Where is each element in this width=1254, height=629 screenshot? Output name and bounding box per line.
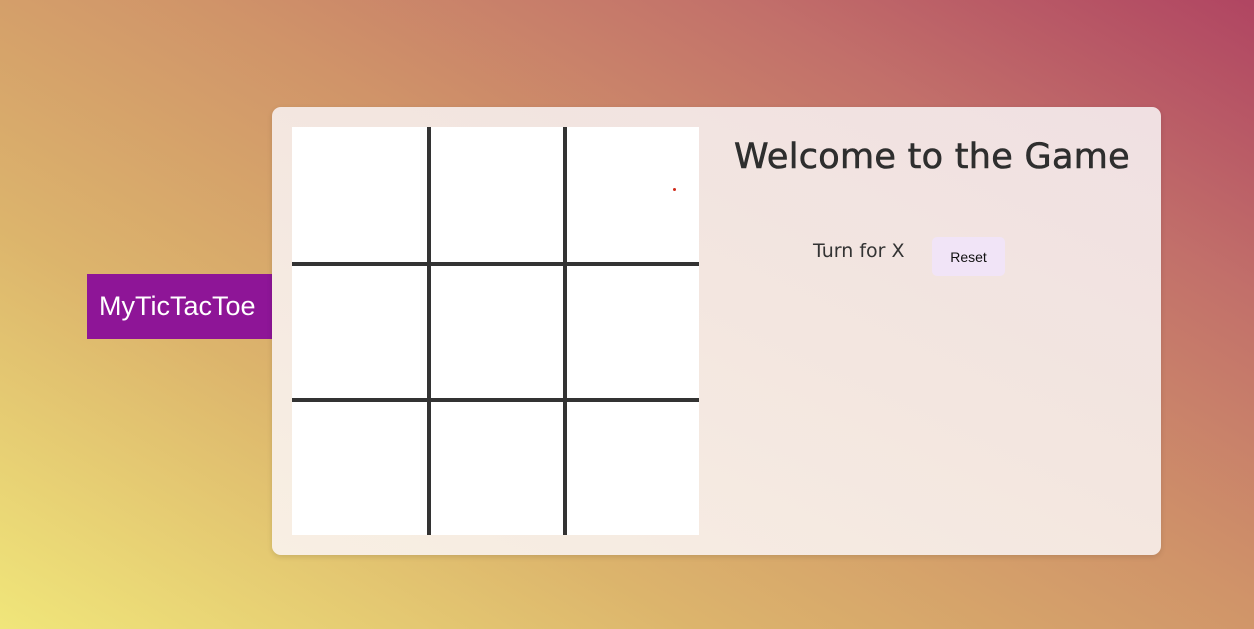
cursor-dot bbox=[673, 188, 676, 191]
board-cell-4[interactable] bbox=[292, 267, 428, 399]
game-board bbox=[292, 127, 699, 535]
grid-line-vertical-2 bbox=[563, 127, 567, 535]
board-cell-8[interactable] bbox=[432, 403, 564, 535]
page-title: Welcome to the Game bbox=[734, 137, 1130, 178]
board-cell-3[interactable] bbox=[568, 127, 699, 263]
board-cell-6[interactable] bbox=[568, 267, 699, 399]
app-logo-label: MyTicTacToe bbox=[87, 274, 272, 339]
board-cell-7[interactable] bbox=[292, 403, 428, 535]
game-card: Welcome to the Game Turn for X Reset bbox=[272, 107, 1161, 555]
turn-indicator: Turn for X bbox=[813, 240, 905, 262]
reset-button[interactable]: Reset bbox=[932, 237, 1005, 276]
board-cell-5[interactable] bbox=[432, 267, 564, 399]
grid-line-vertical-1 bbox=[427, 127, 431, 535]
board-cell-2[interactable] bbox=[432, 127, 564, 263]
grid-line-horizontal-1 bbox=[292, 262, 699, 266]
board-cell-1[interactable] bbox=[292, 127, 428, 263]
grid-line-horizontal-2 bbox=[292, 398, 699, 402]
board-cell-9[interactable] bbox=[568, 403, 699, 535]
